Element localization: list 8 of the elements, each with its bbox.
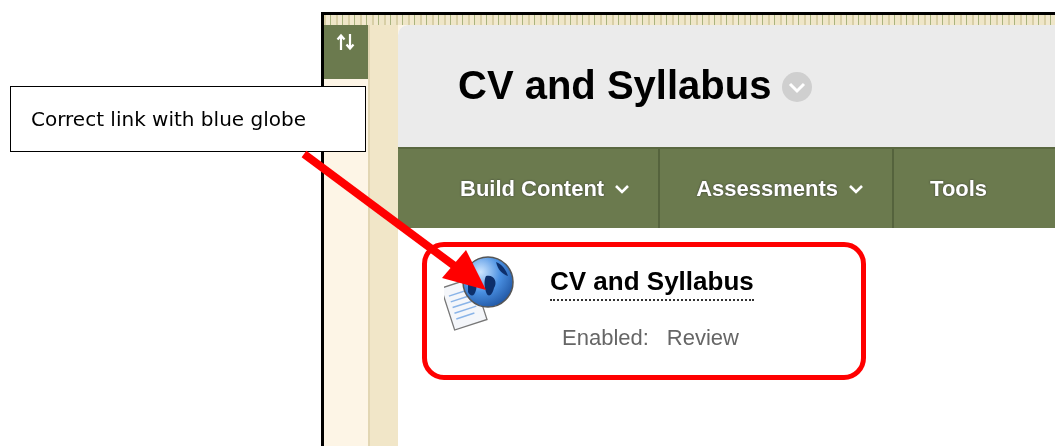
callout-box: Correct link with blue globe bbox=[10, 86, 366, 152]
sort-icon[interactable] bbox=[336, 33, 356, 51]
status-label: Enabled: bbox=[562, 325, 649, 351]
content-link[interactable]: CV and Syllabus bbox=[550, 266, 754, 301]
status-value: Review bbox=[666, 325, 739, 351]
chevron-icon bbox=[614, 183, 631, 194]
chevron-icon bbox=[848, 183, 865, 194]
page-title: CV and Syllabus bbox=[458, 62, 772, 108]
